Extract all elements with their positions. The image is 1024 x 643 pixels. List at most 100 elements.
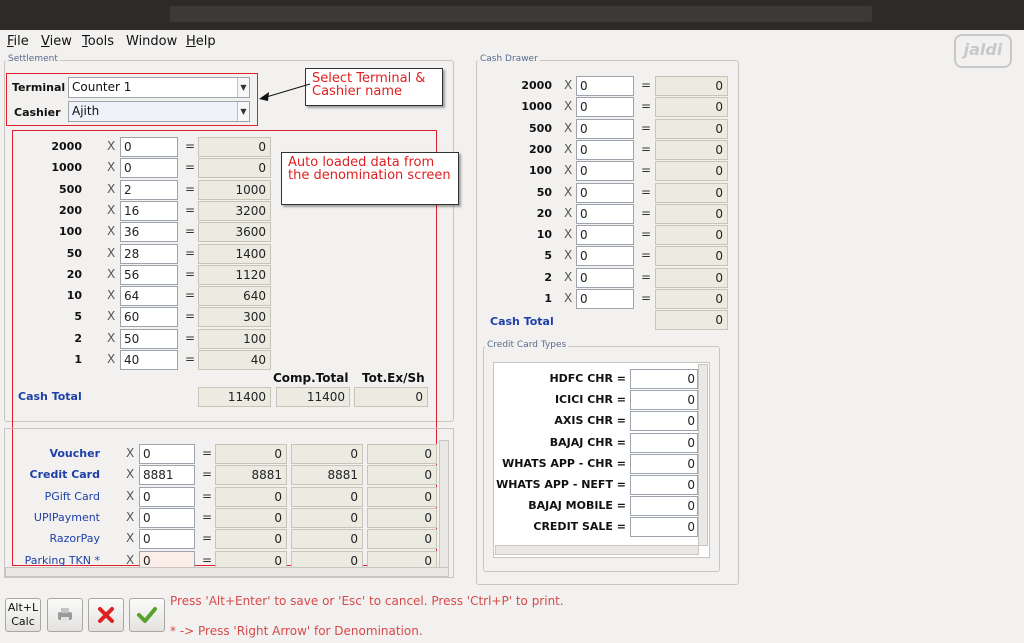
drawer-total: 0 (655, 139, 728, 160)
drawer-qty-input[interactable]: 0 (576, 225, 634, 246)
print-button[interactable] (47, 598, 83, 632)
denomination-total: 640 (198, 286, 271, 307)
title-strip (170, 6, 872, 22)
payment-comp-amount: 0 (291, 444, 363, 464)
calc-button[interactable]: Alt+L Calc (5, 598, 41, 632)
denomination-qty-input[interactable]: 36 (120, 222, 178, 243)
drawer-total: 0 (655, 246, 728, 267)
menu-view[interactable]: View (41, 34, 72, 49)
chevron-down-icon[interactable]: ▼ (237, 78, 249, 97)
denomination-qty-input[interactable]: 2 (120, 179, 178, 200)
denomination-qty-input[interactable]: 0 (120, 137, 178, 157)
drawer-cash-total-label: Cash Total (490, 315, 554, 328)
multiply-sign: X (564, 291, 573, 305)
equals-sign: = (185, 224, 196, 239)
cashier-select[interactable]: Ajith ▼ (68, 101, 250, 122)
denomination-qty-input[interactable]: 16 (120, 200, 178, 221)
drawer-qty-input[interactable]: 0 (576, 97, 634, 118)
comp-total-heading: Comp.Total (273, 371, 349, 385)
cancel-button[interactable] (88, 598, 124, 632)
credit-card-type-input[interactable]: 0 (630, 475, 698, 495)
drawer-qty-input[interactable]: 0 (576, 267, 634, 288)
multiply-sign: X (107, 181, 116, 196)
denomination-qty-input[interactable]: 50 (120, 328, 178, 349)
drawer-denomination-label: 5 (544, 249, 552, 263)
equals-sign: = (202, 467, 213, 482)
equals-sign: = (185, 309, 196, 324)
equals-sign: = (185, 266, 196, 281)
equals-sign: = (185, 245, 196, 260)
credit-card-type-input[interactable]: 0 (630, 453, 698, 474)
denomination-qty-input[interactable]: 60 (120, 307, 178, 328)
drawer-qty-input[interactable]: 0 (576, 76, 634, 96)
payment-qty-input[interactable]: 0 (139, 444, 195, 464)
denomination-label: 10 (66, 289, 82, 303)
denomination-qty-input[interactable]: 28 (120, 243, 178, 264)
equals-sign: = (641, 248, 652, 263)
menu-tools[interactable]: Tools (82, 34, 114, 49)
drawer-qty-input[interactable]: 0 (576, 139, 634, 160)
denomination-label: 2000 (51, 140, 82, 153)
menu-window[interactable]: Window (126, 34, 177, 49)
drawer-denomination-label: 10 (536, 228, 552, 242)
drawer-total: 0 (655, 289, 728, 309)
chevron-down-icon[interactable]: ▼ (237, 102, 249, 121)
cc-vscrollbar[interactable] (698, 364, 708, 546)
drawer-qty-input[interactable]: 0 (576, 161, 634, 182)
denomination-total: 1120 (198, 264, 271, 285)
payments-vscrollbar[interactable] (439, 440, 449, 568)
payment-qty-input[interactable]: 0 (139, 486, 195, 507)
payment-qty-input[interactable]: 8881 (139, 465, 195, 486)
credit-card-type-input[interactable]: 0 (630, 432, 698, 453)
denomination-label: 1 (74, 353, 82, 366)
denomination-qty-input[interactable]: 0 (120, 158, 178, 179)
drawer-denomination-label: 100 (529, 164, 552, 178)
drawer-denomination-label: 1 (544, 292, 552, 305)
save-button[interactable] (129, 598, 165, 632)
drawer-qty-input[interactable]: 0 (576, 289, 634, 309)
hint-save: Press 'Alt+Enter' to save or 'Esc' to ca… (170, 594, 564, 608)
equals-sign: = (185, 352, 196, 366)
multiply-sign: X (126, 467, 135, 482)
denomination-qty-input[interactable]: 56 (120, 264, 178, 285)
equals-sign: = (641, 227, 652, 242)
denomination-label: 50 (66, 246, 82, 260)
menu-help[interactable]: Help (186, 34, 216, 49)
drawer-qty-input[interactable]: 0 (576, 182, 634, 203)
denomination-label: 500 (59, 182, 82, 196)
drawer-total: 0 (655, 203, 728, 224)
terminal-select[interactable]: Counter 1 ▼ (68, 77, 250, 98)
credit-card-type-input[interactable]: 0 (630, 369, 698, 389)
payment-exsh-amount: 0 (367, 507, 437, 528)
multiply-sign: X (107, 266, 116, 281)
equals-sign: = (185, 139, 196, 153)
drawer-qty-input[interactable]: 0 (576, 246, 634, 267)
printer-icon (58, 608, 72, 622)
credit-card-type-input[interactable]: 0 (630, 496, 698, 517)
multiply-sign: X (126, 488, 135, 503)
multiply-sign: X (107, 139, 116, 153)
drawer-denomination-label: 2 (544, 270, 552, 284)
drawer-total: 0 (655, 118, 728, 139)
credit-card-type-label: CREDIT SALE = (533, 520, 626, 534)
credit-card-type-input[interactable]: 0 (630, 390, 698, 411)
drawer-qty-input[interactable]: 0 (576, 118, 634, 139)
payment-qty-input[interactable]: 0 (139, 507, 195, 528)
equals-sign: = (202, 509, 213, 524)
drawer-denomination-label: 500 (529, 121, 552, 135)
denomination-qty-input[interactable]: 40 (120, 350, 178, 370)
payments-hscrollbar[interactable] (5, 567, 449, 577)
cc-hscrollbar[interactable] (495, 545, 699, 555)
payment-amount: 0 (215, 507, 287, 528)
credit-card-type-input[interactable]: 0 (630, 517, 698, 538)
equals-sign: = (185, 288, 196, 303)
payment-label: Parking TKN * (24, 553, 100, 567)
drawer-qty-input[interactable]: 0 (576, 203, 634, 224)
multiply-sign: X (564, 120, 573, 135)
multiply-sign: X (126, 552, 135, 567)
denomination-qty-input[interactable]: 64 (120, 286, 178, 307)
credit-card-type-input[interactable]: 0 (630, 411, 698, 432)
menu-file[interactable]: File (7, 34, 29, 49)
denomination-total: 40 (198, 350, 271, 370)
payment-qty-input[interactable]: 0 (139, 529, 195, 550)
